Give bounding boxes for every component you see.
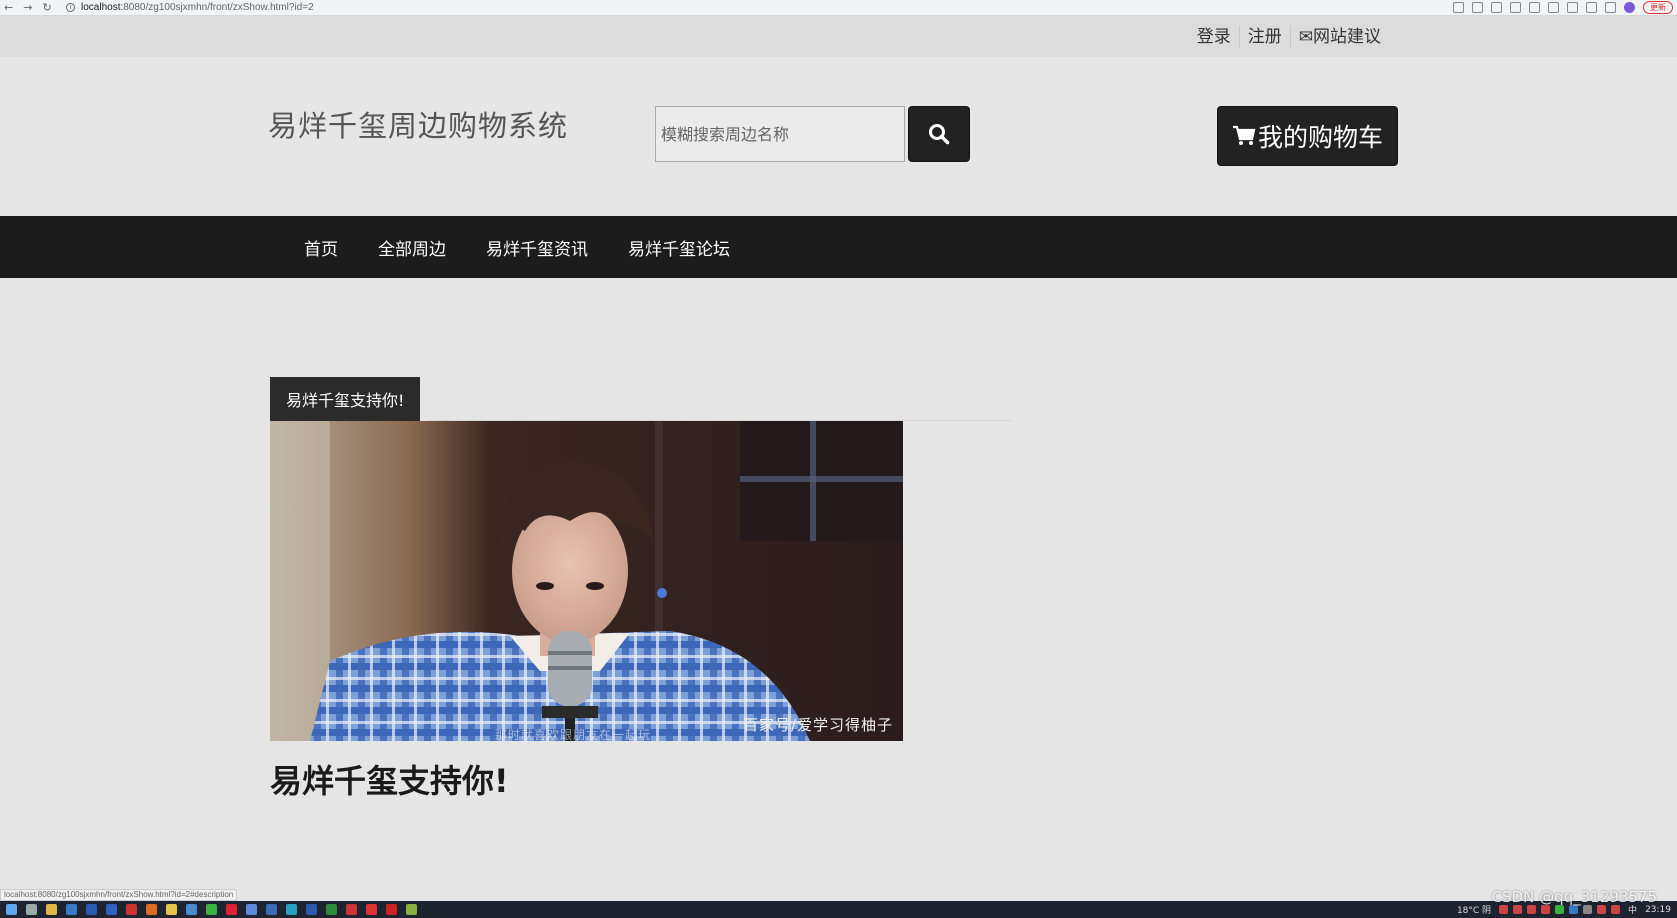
feedback-link[interactable]: ✉网站建议 [1291, 26, 1389, 48]
tray-icon[interactable] [1541, 905, 1551, 914]
article-title: 易烊千玺支持你! [270, 762, 509, 800]
update-button[interactable]: 更新 [1643, 1, 1673, 14]
wps-icon[interactable] [366, 904, 377, 915]
reload-icon[interactable]: ↻ [42, 1, 51, 14]
address-bar[interactable]: i localhost:8080/zg100sjxmhn/front/zxSho… [66, 2, 314, 13]
start-icon[interactable] [6, 904, 17, 915]
app-icon[interactable] [306, 904, 317, 915]
csdn-watermark: CSDN @qq_31293575 [1491, 888, 1657, 906]
image-icon[interactable] [1567, 2, 1578, 13]
profile-avatar-icon[interactable] [1624, 2, 1635, 13]
app-icon[interactable] [246, 904, 257, 915]
envelope-icon: ✉ [1298, 26, 1313, 47]
nav-item-all-merch[interactable]: 全部周边 [358, 235, 466, 260]
app-icon[interactable] [66, 904, 77, 915]
app-icon[interactable] [386, 904, 397, 915]
weather-text[interactable]: 18°C 阴 [1457, 903, 1491, 916]
nav-item-forum[interactable]: 易烊千玺论坛 [608, 235, 750, 260]
article-image: 那时就喜欢跟朋友在一起玩 百家号/爱学习得柚子 [270, 421, 903, 741]
register-link[interactable]: 注册 [1240, 25, 1291, 48]
search-taskbar-icon[interactable] [26, 904, 37, 915]
shopping-cart-icon [1232, 125, 1256, 145]
tray-icon[interactable] [1611, 905, 1621, 914]
url-host: localhost [81, 2, 121, 13]
app-icon[interactable] [266, 904, 277, 915]
os-taskbar: 18°C 阴 中 23:19 [0, 901, 1677, 918]
site-info-icon[interactable]: i [66, 3, 75, 12]
edge-icon[interactable] [286, 904, 297, 915]
top-bar: 登录 注册 ✉网站建议 [0, 16, 1677, 57]
browser-toolbar: ← → ↻ i localhost:8080/zg100sjxmhn/front… [0, 0, 1677, 16]
search-input[interactable] [655, 106, 905, 162]
main-nav: 首页 全部周边 易烊千玺资讯 易烊千玺论坛 [0, 216, 1677, 278]
excel-icon[interactable] [326, 904, 337, 915]
sidebar-icon[interactable] [1605, 2, 1616, 13]
browser-extension-icons: 更新 [1453, 1, 1673, 14]
screenshot-icon[interactable] [1510, 2, 1521, 13]
site-title[interactable]: 易烊千玺周边购物系统 [268, 103, 568, 145]
nav-item-news[interactable]: 易烊千玺资讯 [466, 235, 608, 260]
bookmark-star-icon[interactable] [1491, 2, 1502, 13]
status-url-preview: localhost:8080/zg100sjxmhn/front/zxShow.… [0, 889, 238, 901]
camera-icon[interactable] [1529, 2, 1540, 13]
back-arrow-icon[interactable]: ← [4, 1, 13, 14]
chrome-icon[interactable] [46, 904, 57, 915]
feedback-label: 网站建议 [1313, 26, 1381, 47]
login-link[interactable]: 登录 [1189, 25, 1240, 48]
image-subtitle: 那时就喜欢跟朋友在一起玩 [495, 728, 652, 741]
tray-icon[interactable] [1499, 905, 1509, 914]
nav-item-home[interactable]: 首页 [284, 235, 358, 260]
tray-icon[interactable] [1555, 905, 1565, 914]
extension-w-icon[interactable] [1548, 2, 1559, 13]
app-icon[interactable] [106, 904, 117, 915]
puzzle-icon[interactable] [1586, 2, 1597, 13]
wechat-icon[interactable] [206, 904, 217, 915]
cart-button[interactable]: 我的购物车 [1217, 106, 1398, 166]
folder-icon[interactable] [166, 904, 177, 915]
tray-icon[interactable] [1583, 905, 1593, 914]
app-icon[interactable] [86, 904, 97, 915]
app-icon[interactable] [146, 904, 157, 915]
tray-icon[interactable] [1513, 905, 1523, 914]
search-button[interactable] [908, 106, 970, 162]
forward-arrow-icon[interactable]: → [23, 1, 32, 14]
top-links: 登录 注册 ✉网站建议 [1189, 16, 1389, 57]
app-icon[interactable] [406, 904, 417, 915]
search-icon [929, 124, 950, 145]
image-watermark: 百家号/爱学习得柚子 [742, 716, 893, 734]
app-icon[interactable] [126, 904, 137, 915]
site-header: 易烊千玺周边购物系统 我的购物车 [0, 57, 1677, 215]
zoom-icon[interactable] [1453, 2, 1464, 13]
article-tab-header: 易烊千玺支持你! [270, 377, 421, 421]
tray-icon[interactable] [1527, 905, 1537, 914]
app-icon[interactable] [226, 904, 237, 915]
tray-icon[interactable] [1597, 905, 1607, 914]
clock[interactable]: 23:19 [1645, 905, 1671, 915]
app-icon[interactable] [186, 904, 197, 915]
tray-icon[interactable] [1569, 905, 1579, 914]
app-icon[interactable] [346, 904, 357, 915]
cart-label: 我的购物车 [1257, 123, 1383, 152]
share-icon[interactable] [1472, 2, 1483, 13]
url-path: :8080/zg100sjxmhn/front/zxShow.html?id=2 [120, 2, 314, 13]
